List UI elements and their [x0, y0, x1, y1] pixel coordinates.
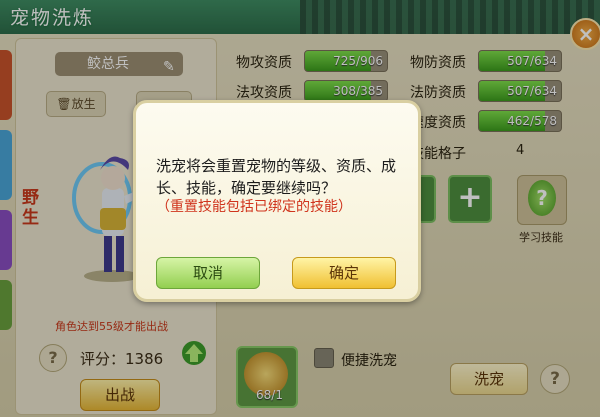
confirm-button[interactable]: 确定 [292, 257, 396, 289]
dialog-message: 洗宠将会重置宠物的等级、资质、成长、技能，确定要继续吗？ [156, 157, 397, 197]
cancel-button[interactable]: 取消 [156, 257, 260, 289]
confirm-dialog: 洗宠将会重置宠物的等级、资质、成长、技能，确定要继续吗？ （重置技能包括已绑定的… [133, 100, 421, 302]
dialog-warning: （重置技能包括已绑定的技能） [156, 199, 352, 215]
